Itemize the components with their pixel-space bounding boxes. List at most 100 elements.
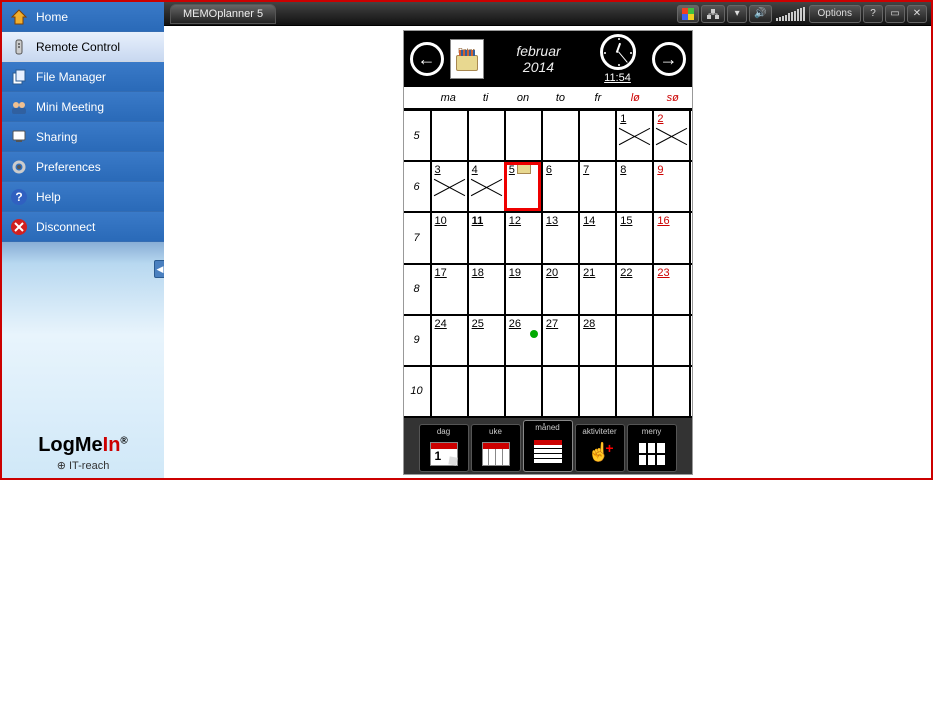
calendar-day-cell[interactable]: 11 <box>467 213 504 262</box>
calendar-day-cell[interactable]: 15 <box>615 213 652 262</box>
disconnect-icon <box>8 216 30 238</box>
calendar-day-cell[interactable]: 4 <box>467 162 504 211</box>
sidebar-item-label: Preferences <box>36 160 101 174</box>
calendar-day-cell <box>652 367 691 416</box>
calendar-day-cell <box>430 367 467 416</box>
calendar-day-cell[interactable]: 27 <box>541 316 578 365</box>
sidebar-item-remote-control[interactable]: Remote Control <box>2 32 164 62</box>
calendar-day-cell[interactable]: 3 <box>430 162 467 211</box>
sidebar-item-file-manager[interactable]: File Manager <box>2 62 164 92</box>
clock-area: 11:54 <box>590 34 646 84</box>
calendar-day-cell[interactable]: 1 <box>615 111 652 160</box>
sidebar-item-home[interactable]: Home <box>2 2 164 32</box>
sidebar-item-sharing[interactable]: Sharing <box>2 122 164 152</box>
cake-icon <box>456 55 478 71</box>
calendar-day-cell[interactable]: 5 <box>504 162 541 211</box>
calendar-day-cell[interactable]: 2 <box>652 111 691 160</box>
network-icon[interactable] <box>701 5 725 23</box>
home-icon <box>8 6 30 28</box>
calendar-day-cell[interactable]: 10 <box>430 213 467 262</box>
calendar-day-cell[interactable]: 18 <box>467 265 504 314</box>
day-header-row: ma ti on to fr lø sø <box>404 87 692 109</box>
calendar-body: 5126345678971011121314151681718192021222… <box>404 109 692 418</box>
prev-month-button[interactable]: ← <box>410 42 444 76</box>
calendar-day-cell[interactable]: 19 <box>504 265 541 314</box>
tab-activities[interactable]: aktiviteter <box>575 424 625 472</box>
logmein-logo: LogMeIn® ⊕ IT-reach <box>2 434 164 472</box>
close-button[interactable]: ✕ <box>907 5 927 23</box>
day-header: lø <box>617 92 654 104</box>
sharing-icon <box>8 126 30 148</box>
sidebar-item-preferences[interactable]: Preferences <box>2 152 164 182</box>
sidebar-item-label: Mini Meeting <box>36 100 104 114</box>
color-flag-button[interactable] <box>677 5 699 23</box>
sidebar-item-label: Remote Control <box>36 40 120 54</box>
window-restore-button[interactable]: ▭ <box>885 5 905 23</box>
sidebar-item-disconnect[interactable]: Disconnect <box>2 212 164 242</box>
calendar-day-cell[interactable]: 14 <box>578 213 615 262</box>
day-header: fr <box>579 92 616 104</box>
day-header: sø <box>654 92 691 104</box>
calendar-day-cell[interactable]: 12 <box>504 213 541 262</box>
calendar-day-cell <box>467 111 504 160</box>
calendar-day-cell[interactable]: 17 <box>430 265 467 314</box>
calendar-day-cell[interactable]: 21 <box>578 265 615 314</box>
calendar-day-cell <box>467 367 504 416</box>
volume-bars[interactable] <box>774 7 807 21</box>
week-number: 8 <box>404 265 430 314</box>
view-tabs: dag 1 uke måned aktiviteter <box>404 418 692 474</box>
calendar-day-cell <box>652 316 691 365</box>
calendar-day-cell[interactable]: 16 <box>652 213 691 262</box>
tab-day[interactable]: dag 1 <box>419 424 469 472</box>
sidebar-item-label: Home <box>36 10 68 24</box>
calendar-day-cell <box>430 111 467 160</box>
help-button[interactable]: ? <box>863 5 883 23</box>
calendar-day-cell[interactable]: 28 <box>578 316 615 365</box>
sidebar-item-label: Disconnect <box>36 220 95 234</box>
calendar-day-cell[interactable]: 8 <box>615 162 652 211</box>
next-month-button[interactable]: → <box>652 42 686 76</box>
sidebar: Home Remote Control File Manager Mini Me… <box>2 2 164 478</box>
sidebar-item-label: Sharing <box>36 130 77 144</box>
tab-month[interactable]: måned <box>523 420 573 472</box>
calendar-day-cell[interactable]: 9 <box>652 162 691 211</box>
sidebar-item-help[interactable]: ? Help <box>2 182 164 212</box>
week-number: 6 <box>404 162 430 211</box>
calendar-day-cell[interactable]: 20 <box>541 265 578 314</box>
calendar-day-cell[interactable]: 6 <box>541 162 578 211</box>
calendar-day-cell <box>504 367 541 416</box>
event-dot-icon <box>530 330 538 338</box>
calendar-day-cell[interactable]: 25 <box>467 316 504 365</box>
planner-header: ← Peter februar 2014 <box>404 31 692 87</box>
volume-icon[interactable]: 🔊 <box>749 5 771 23</box>
day-icon: 1 <box>430 436 458 471</box>
birthday-tile[interactable]: Peter <box>450 39 484 79</box>
calendar-day-cell <box>541 111 578 160</box>
week-number: 5 <box>404 111 430 160</box>
gear-icon <box>8 156 30 178</box>
help-icon: ? <box>8 186 30 208</box>
options-button[interactable]: Options <box>809 5 861 23</box>
main-area: MEMOplanner 5 ▾ 🔊 Options ? ▭ ✕ ← Peter <box>164 2 931 478</box>
calendar-day-cell[interactable]: 7 <box>578 162 615 211</box>
tab-week[interactable]: uke <box>471 424 521 472</box>
svg-text:?: ? <box>15 190 22 204</box>
calendar-day-cell[interactable]: 24 <box>430 316 467 365</box>
cake-icon <box>517 164 531 174</box>
calendar-day-cell[interactable]: 23 <box>652 265 691 314</box>
tab-menu[interactable]: meny <box>627 424 677 472</box>
calendar-day-cell <box>578 367 615 416</box>
calendar-day-cell[interactable]: 13 <box>541 213 578 262</box>
app-title-tab[interactable]: MEMOplanner 5 <box>170 4 276 24</box>
titlebar: MEMOplanner 5 ▾ 🔊 Options ? ▭ ✕ <box>164 2 931 26</box>
day-header: to <box>542 92 579 104</box>
week-number: 9 <box>404 316 430 365</box>
dropdown-button[interactable]: ▾ <box>727 5 747 23</box>
menu-icon <box>639 436 665 471</box>
calendar-day-cell[interactable]: 26 <box>504 316 541 365</box>
calendar-day-cell[interactable]: 22 <box>615 265 652 314</box>
week-number: 7 <box>404 213 430 262</box>
week-icon <box>482 436 510 471</box>
day-header: ma <box>430 92 467 104</box>
sidebar-item-mini-meeting[interactable]: Mini Meeting <box>2 92 164 122</box>
